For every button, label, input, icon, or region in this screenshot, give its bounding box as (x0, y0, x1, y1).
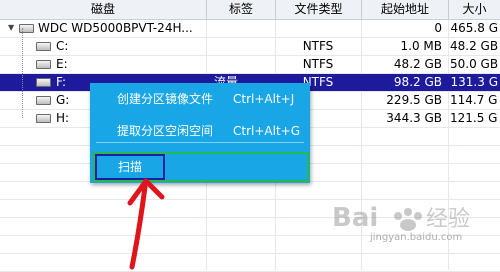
start-address: 48.2 GB (393, 57, 442, 71)
start-address: 1.0 MB (400, 39, 442, 53)
partition-icon (36, 60, 51, 69)
menu-item-shortcut: Ctrl+Alt+J (233, 92, 295, 106)
baidu-watermark: Bai 经验 jingyan.baidu.com (330, 196, 500, 256)
menu-item-label: 提取分区空闲空间 (117, 124, 214, 138)
partition-icon (36, 42, 51, 51)
partition-size: 121.5 GB (450, 111, 498, 125)
red-arrow-annotation (127, 178, 165, 270)
partition-name: E: (56, 57, 68, 71)
partition-size: 114.7 GB (450, 93, 498, 107)
partition-size: 131.3 G (450, 75, 498, 89)
column-header-label[interactable]: 标签 (207, 0, 276, 19)
column-header-size[interactable]: 大小 (449, 0, 500, 19)
menu-item-label: 创建分区镜像文件 (117, 92, 214, 106)
table-row-partition-c[interactable]: C: NTFS 1.0 MB 48.2 GB (0, 38, 500, 56)
partition-size: 465.8 G (450, 21, 498, 35)
column-header-disk[interactable]: 磁盘 (0, 0, 207, 19)
empty-row (0, 254, 500, 272)
menu-separator (96, 142, 304, 143)
file-system: NTFS (302, 57, 334, 71)
start-address: 98.2 GB (393, 75, 442, 89)
partition-name: H: (56, 111, 70, 125)
partition-name: C: (56, 39, 69, 53)
column-header-filesystem[interactable]: 文件类型 (276, 0, 362, 19)
table-row-disk[interactable]: ▼ WDC WD5000BPVT-24H... 0 465.8 G (0, 20, 500, 38)
tree-connector (22, 28, 24, 118)
column-header-start[interactable]: 起始地址 (362, 0, 449, 19)
partition-size: 50.0 GB (450, 57, 498, 71)
partition-name: G: (56, 93, 70, 107)
table-row-partition-e[interactable]: E: NTFS 48.2 GB 50.0 GB (0, 56, 500, 74)
baidu-paw-logo: Bai 经验 (332, 203, 470, 233)
disk-name: WDC WD5000BPVT-24H... (38, 21, 193, 35)
partition-size: 48.2 GB (450, 39, 498, 53)
partition-icon (36, 78, 51, 87)
svg-text:经验: 经验 (426, 207, 470, 232)
start-address: 229.5 GB (386, 93, 442, 107)
svg-text:Bai: Bai (332, 203, 378, 233)
partition-icon (36, 96, 51, 105)
column-header-bar: 磁盘 标签 文件类型 起始地址 大小 (0, 0, 500, 20)
start-address: 0 (434, 21, 442, 35)
menu-item-shortcut: Ctrl+Alt+G (233, 124, 301, 138)
file-system: NTFS (302, 39, 334, 53)
start-address: 344.3 GB (386, 111, 442, 125)
watermark-url: jingyan.baidu.com (370, 232, 463, 243)
menu-item-extract-free-space[interactable]: 提取分区空闲空间 Ctrl+Alt+G (90, 121, 310, 141)
partition-icon (36, 114, 51, 123)
menu-item-create-image[interactable]: 创建分区镜像文件 Ctrl+Alt+J (90, 89, 310, 109)
collapse-triangle-icon[interactable]: ▼ (8, 23, 14, 32)
